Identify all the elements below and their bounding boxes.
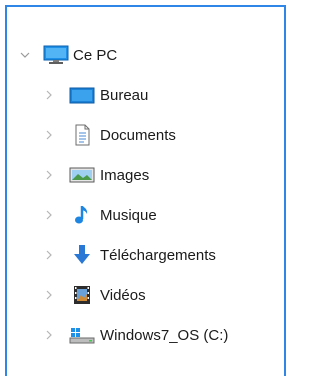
monitor-icon: [43, 44, 69, 66]
tree-item-label: Documents: [100, 126, 176, 144]
documents-folder-icon: [69, 124, 95, 146]
chevron-right-icon[interactable]: [43, 89, 55, 101]
tree-item-telechargements[interactable]: Téléchargements: [7, 235, 284, 275]
tree-item-bureau[interactable]: Bureau: [7, 75, 284, 115]
music-note-icon: [69, 204, 95, 226]
tree-item-label: Ce PC: [73, 46, 118, 64]
tree-item-label: Musique: [100, 206, 157, 224]
tree-item-label: Téléchargements: [100, 246, 216, 264]
tree-item-documents[interactable]: Documents: [7, 115, 284, 155]
chevron-right-icon[interactable]: [43, 209, 55, 221]
chevron-right-icon[interactable]: [43, 169, 55, 181]
navigation-pane: Ce PC Bureau Documents Images Musique Té…: [5, 5, 286, 376]
desktop-folder-icon: [69, 84, 95, 106]
tree-item-label: Bureau: [100, 86, 149, 104]
chevron-right-icon[interactable]: [43, 289, 55, 301]
tree-item-label: Vidéos: [100, 286, 146, 304]
tree-item-label: Images: [100, 166, 150, 184]
tree-item-ce-pc[interactable]: Ce PC: [7, 35, 284, 75]
chevron-right-icon[interactable]: [43, 329, 55, 341]
download-arrow-icon: [69, 244, 95, 266]
chevron-right-icon[interactable]: [43, 129, 55, 141]
tree-item-images[interactable]: Images: [7, 155, 284, 195]
tree-item-videos[interactable]: Vidéos: [7, 275, 284, 315]
pictures-folder-icon: [69, 164, 95, 186]
drive-icon: [69, 324, 95, 346]
chevron-right-icon[interactable]: [43, 249, 55, 261]
chevron-down-icon[interactable]: [19, 49, 31, 61]
tree-item-label: Windows7_OS (C:): [100, 326, 229, 344]
videos-folder-icon: [69, 284, 95, 306]
tree-item-musique[interactable]: Musique: [7, 195, 284, 235]
tree-item-windows7-os[interactable]: Windows7_OS (C:): [7, 315, 284, 355]
